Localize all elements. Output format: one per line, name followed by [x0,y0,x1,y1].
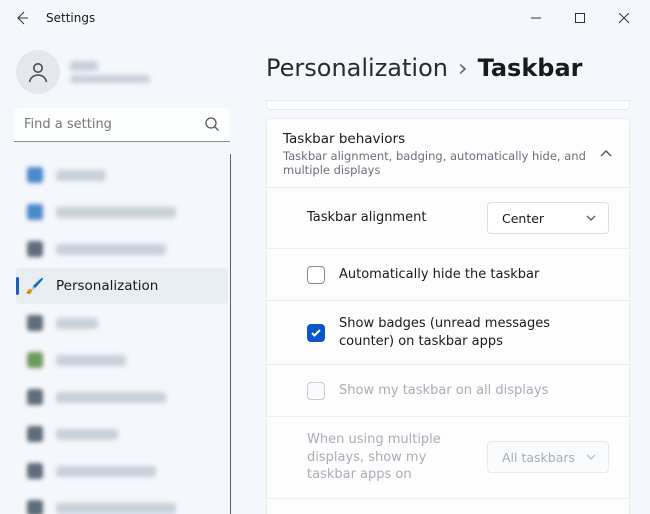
nav-list: 🖌️ Personalization [14,154,231,514]
alignment-select[interactable]: Center [487,202,609,234]
breadcrumb-parent[interactable]: Personalization [266,54,448,82]
all-displays-row: Show my taskbar on all displays [267,364,629,416]
sidebar-item[interactable] [16,305,228,341]
far-corner-row: Select the far corner of the taskbar to … [267,498,629,514]
taskbar-behaviors-card: Taskbar behaviors Taskbar alignment, bad… [266,118,630,514]
window-title: Settings [46,11,95,25]
profile-block[interactable] [14,46,230,108]
nav-icon [26,388,44,406]
chevron-right-icon: › [458,54,468,82]
close-button[interactable] [602,2,646,34]
maximize-button[interactable] [558,2,602,34]
badges-checkbox[interactable] [307,324,325,342]
sidebar-item[interactable] [16,342,228,378]
sidebar-item[interactable] [16,157,228,193]
chevron-down-icon [584,211,598,225]
sidebar-item[interactable] [16,453,228,489]
badges-row: Show badges (unread messages counter) on… [267,300,629,364]
sidebar-item[interactable] [16,194,228,230]
sidebar-item[interactable] [16,416,228,452]
sidebar-item[interactable] [16,231,228,267]
nav-icon [26,462,44,480]
chevron-up-icon [599,147,613,161]
profile-email [70,75,150,83]
nav-icon [26,203,44,221]
nav-label [56,207,176,218]
breadcrumb-current: Taskbar [478,54,583,82]
autohide-row: Automatically hide the taskbar [267,248,629,300]
avatar [16,50,60,94]
nav-icon [26,240,44,258]
nav-icon [26,166,44,184]
multi-show-row: When using multiple displays, show my ta… [267,416,629,498]
back-button[interactable] [4,0,40,36]
card-subtitle: Taskbar alignment, badging, automaticall… [283,149,599,177]
autohide-label: Automatically hide the taskbar [339,266,609,284]
search-box[interactable] [14,108,230,142]
nav-label [56,392,166,403]
search-icon [204,116,220,136]
sidebar-item[interactable] [16,379,228,415]
nav-label: Personalization [56,278,158,294]
sidebar-item-personalization[interactable]: 🖌️ Personalization [16,268,228,304]
chevron-down-icon [584,450,598,464]
search-input[interactable] [14,108,230,142]
nav-icon [26,499,44,514]
nav-label [56,244,166,255]
nav-label [56,355,126,366]
nav-label [56,318,98,329]
badges-label: Show badges (unread messages counter) on… [339,315,609,350]
card-header[interactable]: Taskbar behaviors Taskbar alignment, bad… [267,119,629,187]
profile-name [70,61,98,71]
multi-show-select: All taskbars [487,441,609,473]
card-title: Taskbar behaviors [283,131,599,147]
breadcrumb: Personalization › Taskbar [266,54,630,82]
nav-icon: 🖌️ [26,277,44,295]
nav-label [56,170,106,181]
multi-show-label: When using multiple displays, show my ta… [307,431,487,484]
autohide-checkbox[interactable] [307,266,325,284]
collapsed-section[interactable] [266,100,630,110]
nav-label [56,429,118,440]
alignment-row: Taskbar alignment Center [267,187,629,248]
nav-label [56,503,176,514]
alignment-label: Taskbar alignment [307,209,487,227]
nav-icon [26,425,44,443]
nav-icon [26,314,44,332]
minimize-button[interactable] [514,2,558,34]
all-displays-checkbox [307,382,325,400]
sidebar-item[interactable] [16,490,228,514]
all-displays-label: Show my taskbar on all displays [339,382,609,400]
nav-label [56,466,156,477]
nav-icon [26,351,44,369]
